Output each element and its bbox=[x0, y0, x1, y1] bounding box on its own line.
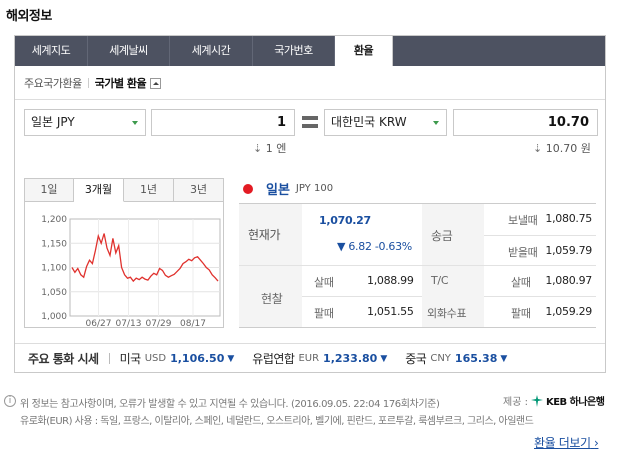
fx-sell-label: 팔때 bbox=[511, 307, 531, 320]
japan-flag-icon bbox=[243, 183, 253, 194]
arrow-down-icon: ⇣ bbox=[533, 142, 543, 155]
to-currency-select[interactable]: 대한민국 KRW bbox=[324, 109, 447, 136]
major-currencies-label: 주요 통화 시세 bbox=[28, 352, 99, 366]
cash-sell-value: 1,051.55 bbox=[367, 305, 414, 318]
tab-country-code[interactable]: 국가번호 bbox=[253, 36, 335, 66]
period-1d[interactable]: 1일 bbox=[24, 178, 74, 202]
country-code: JPY 100 bbox=[295, 183, 334, 194]
tc-label: T/C bbox=[431, 274, 449, 287]
current-price-label: 현재가 bbox=[248, 228, 281, 242]
to-currency-label: 대한민국 KRW bbox=[331, 115, 407, 129]
x-tick-label: 06/27 bbox=[86, 319, 112, 328]
price-change: ▼ 6.82 -0.63% bbox=[337, 240, 412, 253]
tab-exchange-rate[interactable]: 환율 bbox=[335, 36, 393, 66]
cash-buy-label: 살때 bbox=[314, 276, 334, 289]
rates-table: 현재가 1,070.27 ▼ 6.82 -0.63% 송금 보낼때 1,080.… bbox=[239, 203, 596, 328]
country-name: 일본 bbox=[266, 183, 290, 198]
fx-sell-value: 1,059.29 bbox=[545, 305, 592, 318]
y-tick-label: 1,050 bbox=[41, 288, 67, 298]
cash-sell-label: 팔때 bbox=[314, 307, 334, 320]
provider-label: 제공 : bbox=[503, 397, 528, 408]
euro-countries-note: 유로화(EUR) 사용 : 독일, 프랑스, 이탈리아, 스페인, 네덜란드, … bbox=[20, 416, 534, 427]
country-header: 일본 JPY 100 bbox=[243, 179, 333, 198]
major-usd[interactable]: 미국 USD 1,106.50 ▼ bbox=[120, 350, 235, 367]
info-icon: i bbox=[4, 395, 16, 407]
x-tick-label: 08/17 bbox=[180, 319, 206, 328]
fx-check-label: 외화수표 bbox=[427, 307, 467, 320]
x-tick-label: 07/29 bbox=[146, 319, 172, 328]
period-3y[interactable]: 3년 bbox=[174, 178, 224, 202]
from-currency-select[interactable]: 일본 JPY bbox=[24, 109, 146, 136]
y-tick-label: 1,000 bbox=[41, 312, 67, 322]
subnav-major-rates[interactable]: 주요국가환율 bbox=[24, 75, 82, 91]
tc-buy-label: 살때 bbox=[511, 276, 531, 289]
receive-label: 받을때 bbox=[508, 246, 538, 259]
arrow-down-icon: ⇣ bbox=[253, 142, 263, 155]
period-1y[interactable]: 1년 bbox=[124, 178, 174, 202]
y-tick-label: 1,100 bbox=[41, 264, 67, 274]
from-amount-input[interactable]: 1 bbox=[151, 109, 295, 136]
major-currencies-bar: 주요 통화 시세 미국 USD 1,106.50 ▼ 유럽연합 EUR 1,23… bbox=[15, 343, 605, 373]
down-arrow-icon: ▼ bbox=[500, 353, 508, 364]
sub-navigation: 주요국가환율 국가별 환율 bbox=[24, 75, 162, 91]
chevron-down-icon bbox=[132, 121, 138, 125]
provider: 제공 : KEB 하나은행 bbox=[503, 393, 605, 408]
provider-name: KEB 하나은행 bbox=[545, 397, 605, 408]
current-price-value: 1,070.27 bbox=[319, 214, 371, 227]
from-hint: ⇣ 1 엔 bbox=[253, 142, 287, 155]
tab-world-map[interactable]: 세계지도 bbox=[15, 36, 88, 66]
caret-up-icon[interactable] bbox=[150, 77, 162, 89]
major-cny[interactable]: 중국 CNY 165.38 ▼ bbox=[405, 350, 507, 367]
down-arrow-icon: ▼ bbox=[380, 353, 388, 364]
notice-text: 위 정보는 참고사항이며, 오류가 발생할 수 있고 지연될 수 있습니다. (… bbox=[20, 399, 440, 410]
send-value: 1,080.75 bbox=[545, 212, 592, 225]
period-tabs: 1일 3개월 1년 3년 bbox=[24, 178, 224, 202]
keb-logo-icon bbox=[530, 394, 543, 407]
more-exchange-link[interactable]: 환율 더보기 › bbox=[534, 434, 599, 451]
chevron-down-icon bbox=[433, 121, 439, 125]
to-hint: ⇣ 10.70 원 bbox=[533, 142, 591, 155]
y-tick-label: 1,200 bbox=[41, 215, 67, 225]
rate-chart-svg: 1,200 1,150 1,100 1,050 1,000 06/27 07/13 07/29… bbox=[41, 215, 221, 328]
major-eur[interactable]: 유럽연합 EUR 1,233.80 ▼ bbox=[252, 350, 387, 367]
x-tick-label: 07/13 bbox=[116, 319, 142, 328]
y-tick-label: 1,150 bbox=[41, 239, 67, 249]
tab-bar: 세계지도 세계날씨 세계시간 국가번호 환율 bbox=[15, 36, 605, 66]
tab-world-weather[interactable]: 세계날씨 bbox=[88, 36, 170, 66]
chevron-right-icon: › bbox=[594, 436, 599, 450]
tab-world-time[interactable]: 세계시간 bbox=[170, 36, 253, 66]
period-3m[interactable]: 3개월 bbox=[74, 178, 124, 202]
cash-label: 현찰 bbox=[261, 292, 283, 306]
send-label: 보낼때 bbox=[508, 214, 538, 227]
equals-icon bbox=[302, 116, 318, 129]
tc-buy-value: 1,080.97 bbox=[545, 274, 592, 287]
receive-value: 1,059.79 bbox=[545, 244, 592, 257]
from-currency-label: 일본 JPY bbox=[31, 115, 75, 129]
remit-label: 송금 bbox=[431, 229, 453, 243]
to-amount-input[interactable]: 10.70 bbox=[453, 109, 598, 136]
cash-buy-value: 1,088.99 bbox=[367, 274, 414, 287]
rate-line bbox=[71, 233, 219, 283]
rate-chart: 1,200 1,150 1,100 1,050 1,000 06/27 07/13 07/29… bbox=[24, 201, 224, 328]
exchange-widget: 세계지도 세계날씨 세계시간 국가번호 환율 주요국가환율 국가별 환율 일본 … bbox=[14, 35, 606, 373]
subnav-separator bbox=[87, 78, 89, 88]
subnav-country-rates[interactable]: 국가별 환율 bbox=[95, 75, 147, 91]
down-arrow-icon: ▼ bbox=[227, 353, 235, 364]
page-title: 해외정보 bbox=[6, 9, 52, 24]
divider bbox=[15, 99, 605, 100]
